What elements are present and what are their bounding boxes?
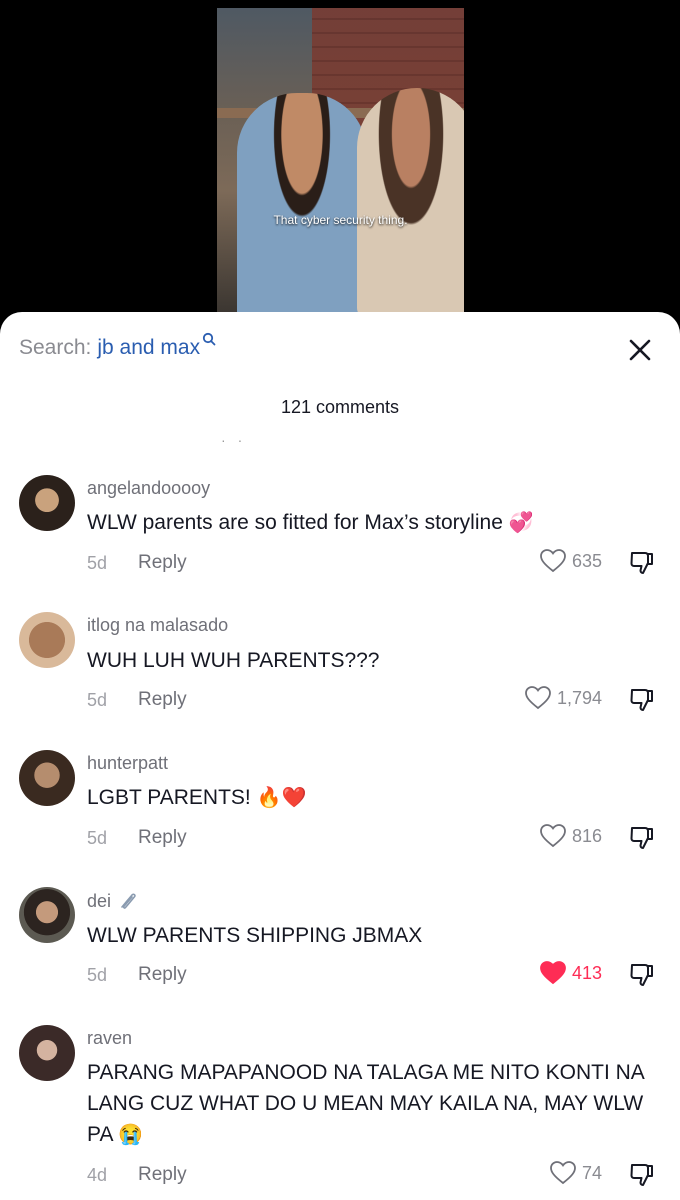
video-frame[interactable]: That cyber security thing. xyxy=(217,8,464,313)
video-person-right xyxy=(357,88,464,313)
avatar[interactable] xyxy=(19,887,75,943)
comment-time: 5d xyxy=(87,690,108,710)
comment-username[interactable]: angelandooooy xyxy=(87,478,210,499)
comment-text-body: WUH LUH WUH PARENTS??? xyxy=(87,649,380,672)
dislike-icon[interactable] xyxy=(628,1161,656,1189)
reply-button[interactable]: Reply xyxy=(138,827,187,849)
comments-count: 121 comments xyxy=(280,397,400,417)
comment-text: PARANG MAPAPANOOD NA TALAGA ME NITO KONT… xyxy=(87,1057,667,1151)
heart-outline-icon[interactable] xyxy=(550,1161,576,1185)
heart-outline-icon[interactable] xyxy=(540,549,566,573)
close-icon[interactable] xyxy=(626,336,654,364)
comment-text-body: LGBT PARENTS! xyxy=(87,786,251,809)
like-count: 1,794 xyxy=(556,687,602,708)
avatar[interactable] xyxy=(19,750,75,806)
reply-button[interactable]: Reply xyxy=(138,552,187,574)
dislike-icon[interactable] xyxy=(628,824,656,852)
paperclip-icon xyxy=(121,893,136,909)
comment-text: WUH LUH WUH PARENTS??? xyxy=(87,645,662,676)
comment-emoji: 🔥❤️ xyxy=(256,787,307,809)
comment-text: WLW PARENTS SHIPPING JBMAX xyxy=(87,920,662,951)
avatar[interactable] xyxy=(19,1025,75,1081)
like-count: 74 xyxy=(581,1162,602,1183)
comment-username[interactable]: dei xyxy=(87,890,139,912)
comment-username-text: dei xyxy=(87,890,112,911)
search-prefix: Search: xyxy=(19,336,92,359)
heart-outline-icon[interactable] xyxy=(525,686,551,710)
comment-text-body: PARANG MAPAPANOOD NA TALAGA ME NITO KONT… xyxy=(87,1061,644,1146)
like-button[interactable]: 74 xyxy=(550,1161,602,1185)
comment-time: 5d xyxy=(87,828,108,848)
dislike-icon[interactable] xyxy=(628,549,656,577)
like-count: 816 xyxy=(571,825,602,846)
video-player[interactable]: That cyber security thing. xyxy=(0,0,680,330)
avatar[interactable] xyxy=(19,475,75,531)
comment-time: 5d xyxy=(87,965,108,985)
search-bar[interactable]: Search: jb and max xyxy=(19,332,216,364)
comment-text-body: WLW parents are so fitted for Max’s stor… xyxy=(87,511,503,534)
search-query-link[interactable]: jb and max xyxy=(97,336,200,360)
comment-username[interactable]: raven xyxy=(87,1028,132,1049)
comment-time: 5d xyxy=(87,553,108,573)
comment-text-body: WLW PARENTS SHIPPING JBMAX xyxy=(87,924,423,947)
comment-text: LGBT PARENTS! 🔥❤️ xyxy=(87,782,662,814)
like-button[interactable]: 1,794 xyxy=(525,686,602,710)
reply-button[interactable]: Reply xyxy=(138,964,187,986)
video-person-left xyxy=(237,93,367,313)
comment-username[interactable]: hunterpatt xyxy=(87,753,168,774)
dislike-icon[interactable] xyxy=(628,961,656,989)
loading-dots: ·· xyxy=(221,432,255,448)
like-count: 413 xyxy=(571,962,602,983)
search-icon[interactable] xyxy=(202,332,216,346)
like-button[interactable]: 413 xyxy=(540,961,602,985)
like-button[interactable]: 635 xyxy=(540,549,602,573)
comment-text: WLW parents are so fitted for Max’s stor… xyxy=(87,507,662,539)
reply-button[interactable]: Reply xyxy=(138,1164,187,1186)
comment-time: 4d xyxy=(87,1165,108,1185)
like-count: 635 xyxy=(571,550,602,571)
avatar[interactable] xyxy=(19,612,75,668)
video-subtitle: That cyber security thing. xyxy=(273,213,408,227)
comment-emoji: 😭 xyxy=(118,1124,144,1146)
comment-username[interactable]: itlog na malasado xyxy=(87,615,228,636)
dislike-icon[interactable] xyxy=(628,686,656,714)
comment-emoji: 💞 xyxy=(508,512,534,534)
like-button[interactable]: 816 xyxy=(540,824,602,848)
heart-outline-icon[interactable] xyxy=(540,824,566,848)
reply-button[interactable]: Reply xyxy=(138,689,187,711)
heart-filled-icon[interactable] xyxy=(540,961,566,985)
